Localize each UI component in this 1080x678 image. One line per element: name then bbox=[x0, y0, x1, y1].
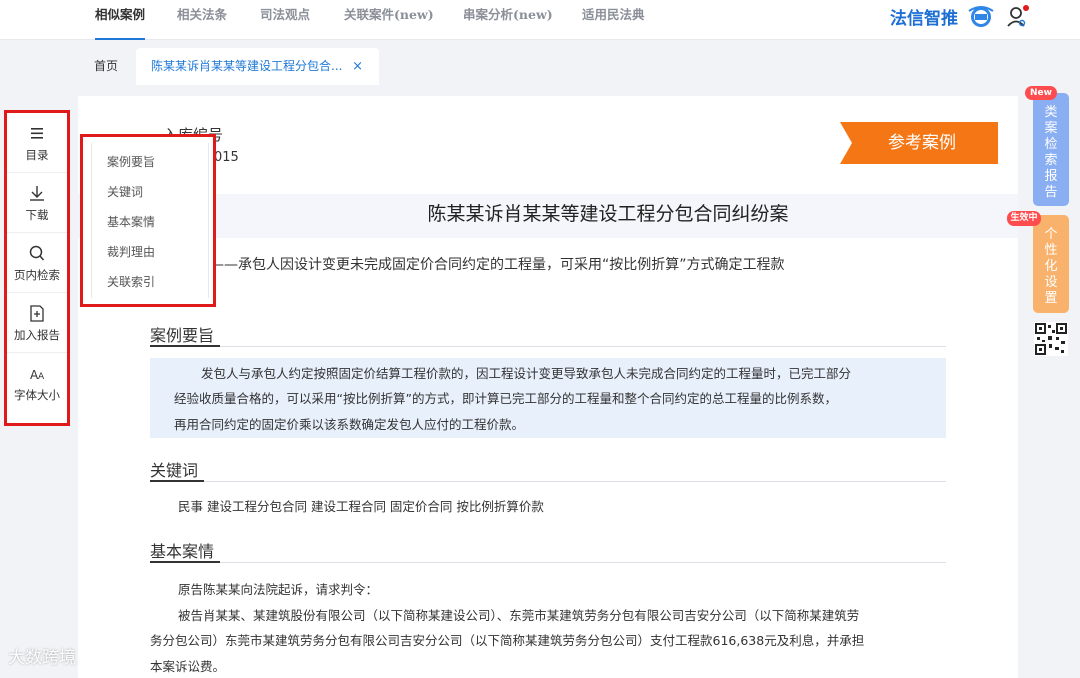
svg-text:A: A bbox=[38, 372, 45, 382]
tab-judicial-views[interactable]: 司法观点 bbox=[260, 0, 310, 40]
font-size-icon: A A bbox=[30, 368, 45, 382]
tab-case-series[interactable]: 串案分析(new) bbox=[463, 0, 553, 40]
toc-label: 目录 bbox=[25, 148, 49, 162]
qr-code-icon[interactable] bbox=[1034, 322, 1068, 356]
page-search-label: 页内检索 bbox=[14, 268, 60, 282]
facts-line-2: 被告肖某某、某建筑股份有限公司（以下简称某建设公司）、东莞市某建筑劳务分包有限公… bbox=[178, 608, 860, 623]
outline-item-related-index[interactable]: 关联索引 bbox=[107, 273, 155, 290]
section-heading-facts: 基本案情 bbox=[150, 542, 215, 561]
font-size-label: 字体大小 bbox=[14, 388, 60, 402]
active-badge: 生效中 bbox=[1007, 211, 1041, 226]
outline-item-facts[interactable]: 基本案情 bbox=[107, 213, 155, 230]
add-report-button[interactable]: 加入报告 bbox=[7, 293, 67, 353]
divider bbox=[150, 480, 946, 482]
keywords-text: 民事 建设工程分包合同 建设工程合同 固定价合同 按比例折算价款 bbox=[178, 499, 544, 514]
watermark: 大数跨境 bbox=[8, 648, 76, 668]
top-nav: 相似案例 相关法条 司法观点 关联案件(new) 串案分析(new) 适用民法典… bbox=[0, 0, 1080, 40]
case-subtitle: ——承包人因设计变更未完成固定价合同约定的工程量，可采用“按比例折算”方式确定工… bbox=[210, 257, 785, 273]
download-icon bbox=[30, 186, 44, 201]
facts-line-4: 本案诉讼费。 bbox=[150, 659, 226, 674]
section-heading-keywords: 关键词 bbox=[150, 461, 199, 480]
reference-case-label: 参考案例 bbox=[888, 133, 956, 153]
outline-item-summary[interactable]: 案例要旨 bbox=[107, 153, 155, 170]
outline-item-reasoning[interactable]: 裁判理由 bbox=[107, 243, 155, 260]
outline-item-keywords[interactable]: 关键词 bbox=[107, 183, 143, 200]
user-icon[interactable] bbox=[1005, 4, 1031, 30]
page-tabs: 首页 陈某某诉肖某某等建设工程分包合... × bbox=[78, 48, 1080, 85]
personal-settings-button[interactable]: 个性化设置 bbox=[1033, 215, 1069, 313]
tab-similar-cases[interactable]: 相似案例 bbox=[95, 0, 146, 40]
divider bbox=[150, 345, 946, 347]
list-icon bbox=[31, 128, 43, 139]
tab-civil-code[interactable]: 适用民法典 bbox=[582, 0, 645, 40]
new-badge: New bbox=[1025, 86, 1057, 100]
download-label: 下载 bbox=[25, 208, 49, 222]
add-report-label: 加入报告 bbox=[14, 328, 60, 342]
facts-line-3: 务分包公司）东莞市某建筑劳务分包有限公司吉安分公司（以下简称某建筑劳务分包公司）… bbox=[150, 633, 865, 648]
tab-related-cases[interactable]: 关联案件(new) bbox=[344, 0, 434, 40]
section-heading-summary: 案例要旨 bbox=[150, 326, 215, 345]
brand-name: 法信智推 bbox=[890, 9, 958, 29]
case-report-button[interactable]: 类案检索报告 bbox=[1033, 93, 1069, 206]
tab-home[interactable]: 首页 bbox=[94, 48, 118, 85]
brand-logo-icon bbox=[968, 6, 994, 27]
page-search-button[interactable]: 页内检索 bbox=[7, 233, 67, 293]
case-report-label: 类案检索报告 bbox=[1044, 105, 1058, 200]
summary-line-1: 发包人与承包人约定按照固定价结算工程价款的，因工程设计变更导致承包人未完成合同约… bbox=[201, 366, 852, 381]
download-button[interactable]: 下载 bbox=[7, 173, 67, 233]
tab-current-case[interactable]: 陈某某诉肖某某等建设工程分包合... × bbox=[136, 48, 379, 85]
close-icon[interactable]: × bbox=[352, 48, 363, 85]
outline-menu: 案例要旨 关键词 基本案情 裁判理由 关联索引 bbox=[80, 134, 216, 307]
facts-line-1: 原告陈某某向法院起诉，请求判令： bbox=[178, 582, 379, 597]
search-icon bbox=[29, 245, 45, 261]
tab-related-laws[interactable]: 相关法条 bbox=[177, 0, 227, 40]
personal-settings-label: 个性化设置 bbox=[1044, 227, 1058, 306]
toc-button[interactable]: 目录 bbox=[7, 113, 67, 173]
reference-case-badge: 参考案例 bbox=[840, 122, 998, 164]
font-size-button[interactable]: A A 字体大小 bbox=[7, 353, 67, 413]
summary-line-3: 再用合同约定的固定价乘以该系数确定发包人应付的工程价款。 bbox=[174, 417, 525, 432]
case-title: 陈某某诉肖某某等建设工程分包合同纠纷案 bbox=[427, 203, 789, 225]
case-card: 入库编号 5-015 参考案例 陈某某诉肖某某等建设工程分包合同纠纷案 ——承包… bbox=[78, 96, 1018, 678]
divider bbox=[150, 561, 946, 563]
add-report-icon bbox=[30, 305, 44, 322]
left-toolbar: 目录 下载 页内检索 加入报告 A A 字体大小 bbox=[4, 110, 70, 426]
summary-line-2: 经验收质量合格的，可以采用“按比例折算”的方式，即计算已完工部分的工程量和整个合… bbox=[174, 391, 837, 406]
tab-current-case-label: 陈某某诉肖某某等建设工程分包合... bbox=[151, 59, 343, 73]
